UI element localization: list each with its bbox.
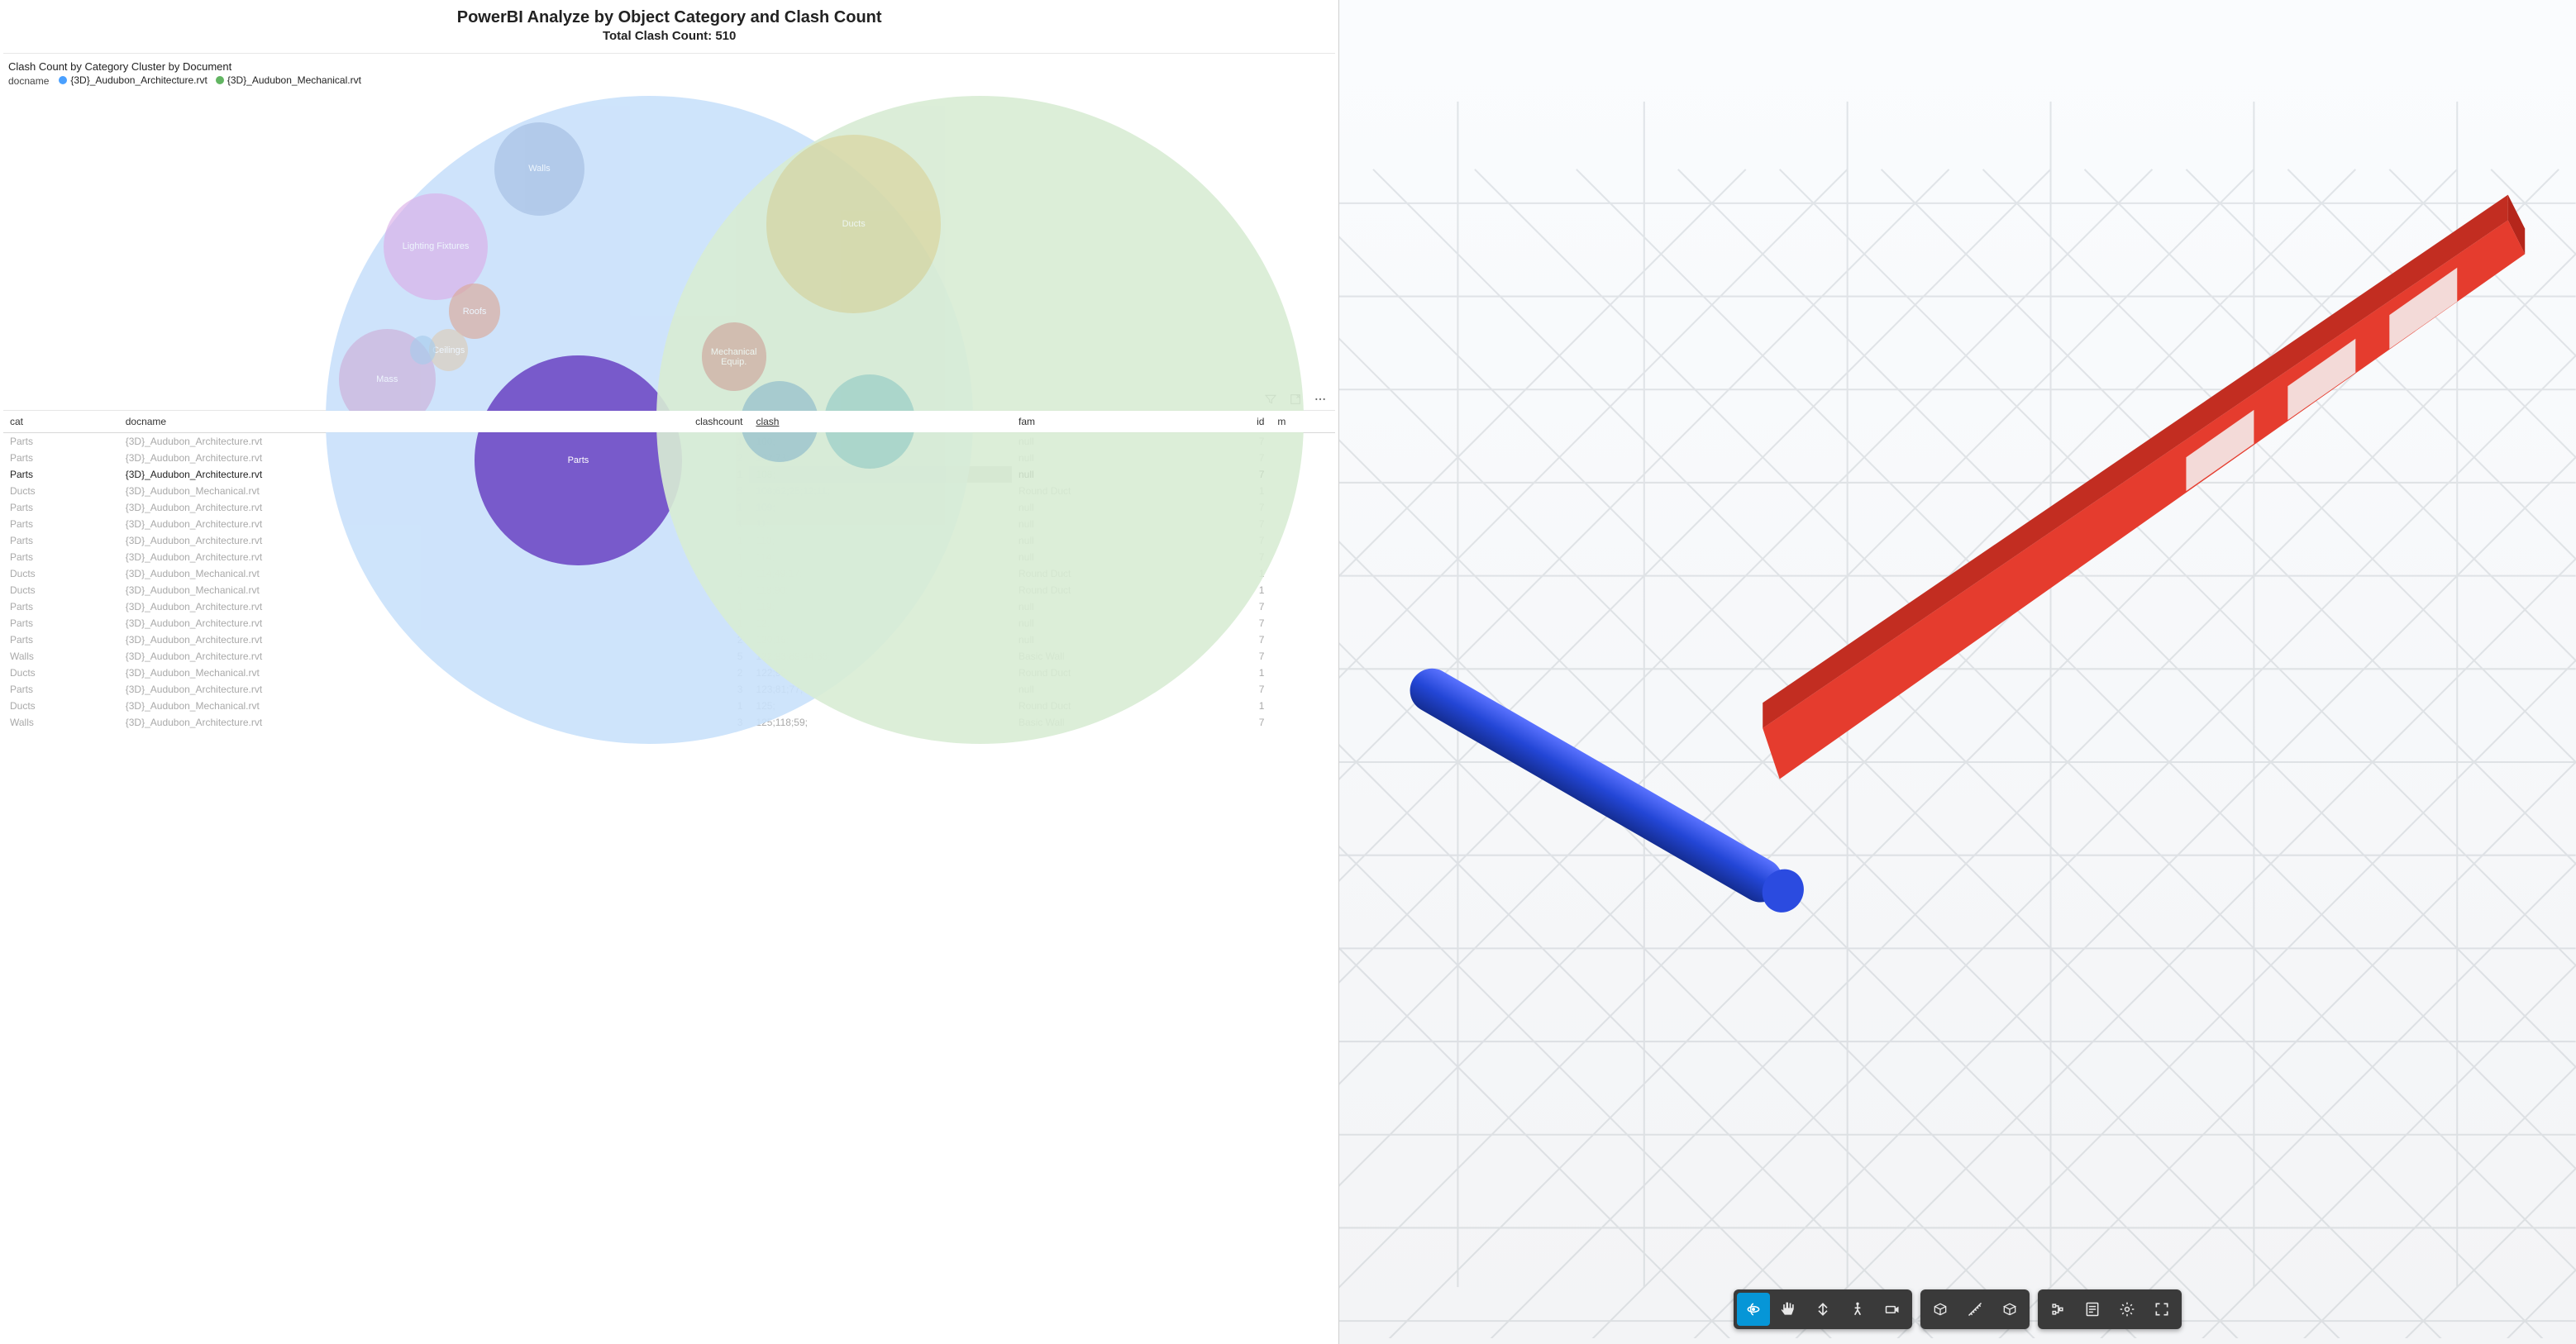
cell-m — [1271, 549, 1335, 565]
legend-swatch — [216, 76, 224, 84]
settings-icon[interactable] — [2111, 1293, 2144, 1326]
highlight-element-blue — [1402, 660, 1812, 920]
category-bubble[interactable]: Parts — [475, 355, 682, 566]
report-header: PowerBI Analyze by Object Category and C… — [3, 3, 1335, 45]
cell-id: 1 — [1209, 665, 1271, 681]
cell-cat: Ducts — [3, 483, 119, 499]
cell-cat: Parts — [3, 466, 119, 483]
explode-icon[interactable] — [1993, 1293, 2026, 1326]
cell-m — [1271, 665, 1335, 681]
toolbar-group — [1734, 1289, 1912, 1329]
column-header[interactable]: cat — [3, 411, 119, 433]
cell-cat: Parts — [3, 549, 119, 565]
powerbi-pane: PowerBI Analyze by Object Category and C… — [0, 0, 1339, 1344]
cell-id: 1 — [1209, 698, 1271, 714]
cell-cat: Parts — [3, 615, 119, 631]
bubble-label: Ducts — [766, 135, 942, 313]
column-header[interactable]: clash — [749, 411, 1012, 433]
bubble-label: Mechanical Equip. — [702, 322, 766, 390]
cell-m — [1271, 681, 1335, 698]
cell-id: 7 — [1209, 648, 1271, 665]
chart-legend: docname {3D}_Audubon_Architecture.rvt {3D… — [8, 74, 1330, 87]
legend-item[interactable]: {3D}_Audubon_Mechanical.rvt — [216, 74, 361, 86]
cell-cat: Ducts — [3, 698, 119, 714]
cell-cat: Parts — [3, 516, 119, 532]
cell-docname: {3D}_Audubon_Architecture.rvt — [119, 714, 568, 731]
report-title: PowerBI Analyze by Object Category and C… — [3, 8, 1335, 27]
cell-cat: Parts — [3, 681, 119, 698]
legend-item[interactable]: {3D}_Audubon_Architecture.rvt — [59, 74, 207, 86]
cell-cat: Walls — [3, 648, 119, 665]
column-header[interactable]: id — [1209, 411, 1271, 433]
table-header-row: catdocnameclashcountclashfamidm — [3, 411, 1335, 433]
cell-m — [1271, 631, 1335, 648]
viewer-toolbar — [1734, 1289, 2182, 1329]
cell-cat: Parts — [3, 532, 119, 549]
bubble-chart-title: Clash Count by Category Cluster by Docum… — [8, 60, 1330, 73]
category-bubble[interactable]: Walls — [494, 122, 585, 217]
column-header[interactable]: clashcount — [568, 411, 750, 433]
cell-m — [1271, 582, 1335, 598]
cell-m — [1271, 565, 1335, 582]
cell-id: 7 — [1209, 681, 1271, 698]
measure-icon[interactable] — [1958, 1293, 1992, 1326]
camera-icon[interactable] — [1876, 1293, 1909, 1326]
category-bubble[interactable]: Mechanical Equip. — [702, 322, 766, 390]
cell-cat: Walls — [3, 714, 119, 731]
cell-m — [1271, 698, 1335, 714]
cell-cat: Parts — [3, 450, 119, 466]
report-subtitle: Total Clash Count: 510 — [3, 29, 1335, 43]
pan-icon[interactable] — [1772, 1293, 1805, 1326]
cell-m — [1271, 615, 1335, 631]
fullscreen-icon[interactable] — [2145, 1293, 2178, 1326]
forge-viewer[interactable] — [1339, 0, 2576, 1344]
bubble-label: Walls — [494, 122, 585, 217]
legend-swatch — [59, 76, 67, 84]
legend-field-label: docname — [8, 75, 49, 87]
column-header[interactable]: fam — [1012, 411, 1209, 433]
properties-icon[interactable] — [2076, 1293, 2109, 1326]
highlight-element-red — [1763, 195, 2526, 779]
cell-cat: Parts — [3, 598, 119, 615]
bubble-chart-card: Clash Count by Category Cluster by Docum… — [3, 53, 1335, 388]
walk-icon[interactable] — [1841, 1293, 1874, 1326]
toolbar-group — [2038, 1289, 2182, 1329]
bubble-label: Parts — [475, 355, 682, 566]
cell-cat: Ducts — [3, 565, 119, 582]
legend-text: {3D}_Audubon_Mechanical.rvt — [227, 74, 361, 86]
cell-cat: Ducts — [3, 665, 119, 681]
cell-id: 7 — [1209, 714, 1271, 731]
cell-m — [1271, 714, 1335, 731]
bubble-chart[interactable]: PartsLighting FixturesMassWallsRoofsCeil… — [8, 90, 1330, 388]
section-box-icon[interactable] — [1924, 1293, 1957, 1326]
category-bubble[interactable]: Ducts — [766, 135, 942, 313]
cell-cat: Parts — [3, 499, 119, 516]
cell-m — [1271, 648, 1335, 665]
cell-cat: Parts — [3, 433, 119, 450]
highlighted-elements — [1339, 0, 2576, 1338]
orbit-icon[interactable] — [1737, 1293, 1770, 1326]
column-header[interactable]: docname — [119, 411, 568, 433]
legend-text: {3D}_Audubon_Architecture.rvt — [70, 74, 207, 86]
cell-cat: Ducts — [3, 582, 119, 598]
zoom-icon[interactable] — [1806, 1293, 1839, 1326]
column-header[interactable]: m — [1271, 411, 1335, 433]
cell-cat: Parts — [3, 631, 119, 648]
model-tree-icon[interactable] — [2041, 1293, 2074, 1326]
cell-m — [1271, 598, 1335, 615]
more-options-icon[interactable] — [1314, 393, 1327, 408]
toolbar-group — [1920, 1289, 2030, 1329]
